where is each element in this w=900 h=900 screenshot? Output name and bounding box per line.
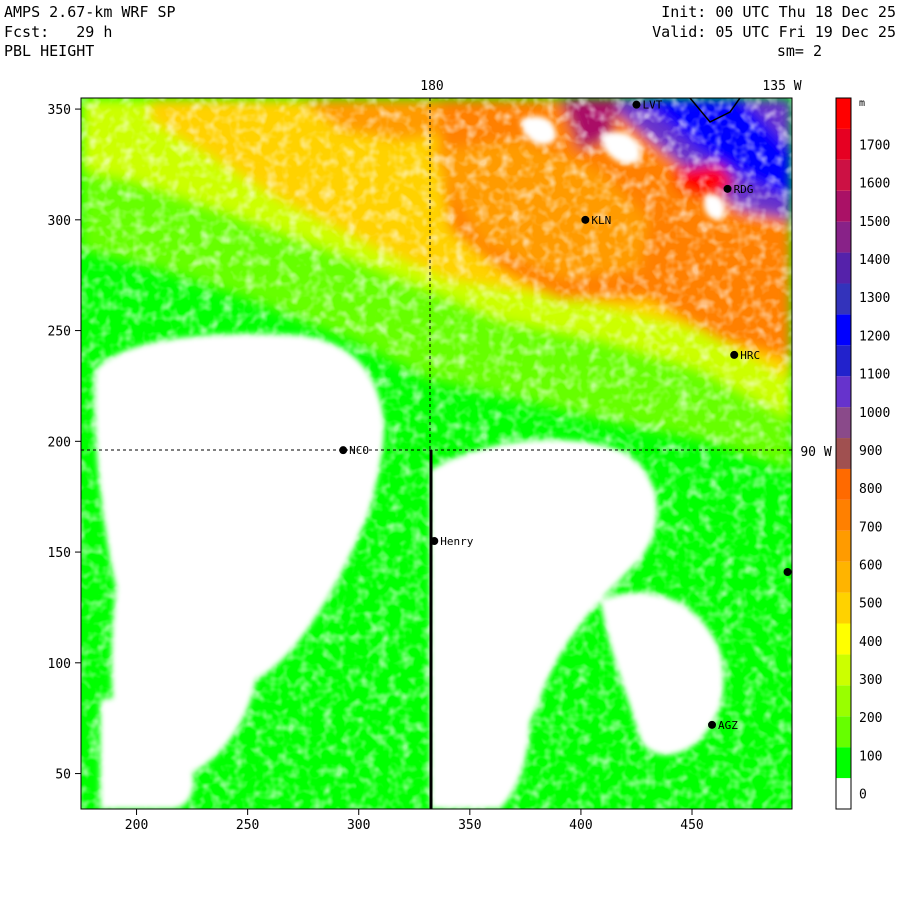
color-bar: m 0 100 200 300 400 500 600 700 800 900 1000 1100 120… — [835, 97, 890, 810]
y-tick-label: 100 — [48, 657, 71, 672]
station-label-rdg: RDG — [734, 183, 754, 196]
colorbar-swatch — [836, 747, 851, 779]
station-dot-henry — [430, 536, 439, 545]
colorbar-swatch — [836, 283, 851, 315]
y-tick-label: 200 — [48, 435, 71, 450]
y-tick-label: 350 — [48, 103, 71, 118]
pbl-field — [81, 98, 792, 809]
colorbar-swatch — [836, 221, 851, 253]
colorbar-label: 0 — [859, 788, 867, 803]
x-tick-label: 300 — [347, 818, 370, 833]
colorbar-swatch — [836, 252, 851, 284]
y-tick-label: 50 — [55, 768, 71, 783]
colorbar-label: 1200 — [859, 329, 890, 344]
station-label-nco: NCO — [349, 444, 369, 457]
meridian-90w-label: 90 W — [800, 445, 831, 460]
colorbar-label: 900 — [859, 444, 882, 459]
y-tick-label: 150 — [48, 546, 71, 561]
colorbar-swatch — [836, 345, 851, 377]
colorbar-swatch — [836, 128, 851, 160]
colorbar-label: 500 — [859, 597, 882, 612]
colorbar-swatch — [836, 530, 851, 562]
station-dot-nco — [339, 446, 348, 455]
x-axis-ticks: 200 250 300 350 400 450 — [125, 809, 704, 833]
y-tick-label: 250 — [48, 325, 71, 340]
station-dot-kln — [581, 215, 590, 224]
colorbar-label: 200 — [859, 711, 882, 726]
colorbar-label: 400 — [859, 635, 882, 650]
colorbar-swatch — [836, 314, 851, 346]
colorbar-swatch — [836, 98, 851, 129]
x-tick-label: 250 — [236, 818, 259, 833]
colorbar-label: 1600 — [859, 177, 890, 192]
x-tick-label: 350 — [458, 818, 481, 833]
station-dot-edge — [783, 568, 792, 576]
colorbar-label: 1400 — [859, 253, 890, 268]
colorbar-label: 1000 — [859, 406, 890, 421]
colorbar-label: 1500 — [859, 215, 890, 230]
y-axis-ticks: 50 100 150 200 250 300 350 — [48, 103, 81, 783]
station-dot-lvt — [632, 100, 641, 109]
meridian-135w-label: 135 W — [762, 79, 801, 94]
x-tick-label: 200 — [125, 818, 148, 833]
colorbar-swatch — [836, 623, 851, 655]
colorbar-label: 1300 — [859, 291, 890, 306]
station-dot-hrc — [730, 350, 739, 359]
colorbar-swatch — [836, 499, 851, 531]
colorbar-swatch — [836, 159, 851, 191]
station-label-agz: AGZ — [718, 719, 738, 732]
station-label-henry: Henry — [440, 535, 473, 548]
colorbar-swatch — [836, 468, 851, 500]
station-label-lvt: LVT — [642, 99, 662, 112]
colorbar-swatch — [836, 778, 851, 809]
colorbar-swatch — [836, 685, 851, 717]
colorbar-label: 800 — [859, 482, 882, 497]
station-label-kln: KLN — [591, 214, 611, 227]
colorbar-swatch — [836, 190, 851, 222]
pbl-height-map: 200 250 300 350 400 450 50100150200250300350 … — [48, 79, 891, 833]
colorbar-swatch — [836, 561, 851, 593]
colorbar-label: 600 — [859, 558, 882, 573]
colorbar-label: 300 — [859, 673, 882, 688]
speckle-texture — [81, 98, 792, 809]
colorbar-label: 100 — [859, 749, 882, 764]
y-tick-label: 300 — [48, 214, 71, 229]
station-label-hrc: HRC — [740, 349, 760, 362]
colorbar-swatch — [836, 438, 851, 469]
colorbar-unit: m — [859, 98, 865, 109]
colorbar-swatch — [836, 654, 851, 686]
meridian-180-label: 180 — [420, 79, 443, 94]
colorbar-label: 1100 — [859, 368, 890, 383]
x-tick-label: 450 — [680, 818, 703, 833]
station-dot-agz — [708, 720, 717, 729]
colorbar-label: 700 — [859, 520, 882, 535]
colorbar-swatch — [836, 376, 851, 408]
colorbar-label: 1700 — [859, 139, 890, 154]
colorbar-swatch — [836, 407, 851, 439]
station-dot-rdg — [723, 184, 732, 193]
x-tick-label: 400 — [569, 818, 592, 833]
colorbar-swatch — [836, 716, 851, 748]
colorbar-swatch — [836, 592, 851, 624]
